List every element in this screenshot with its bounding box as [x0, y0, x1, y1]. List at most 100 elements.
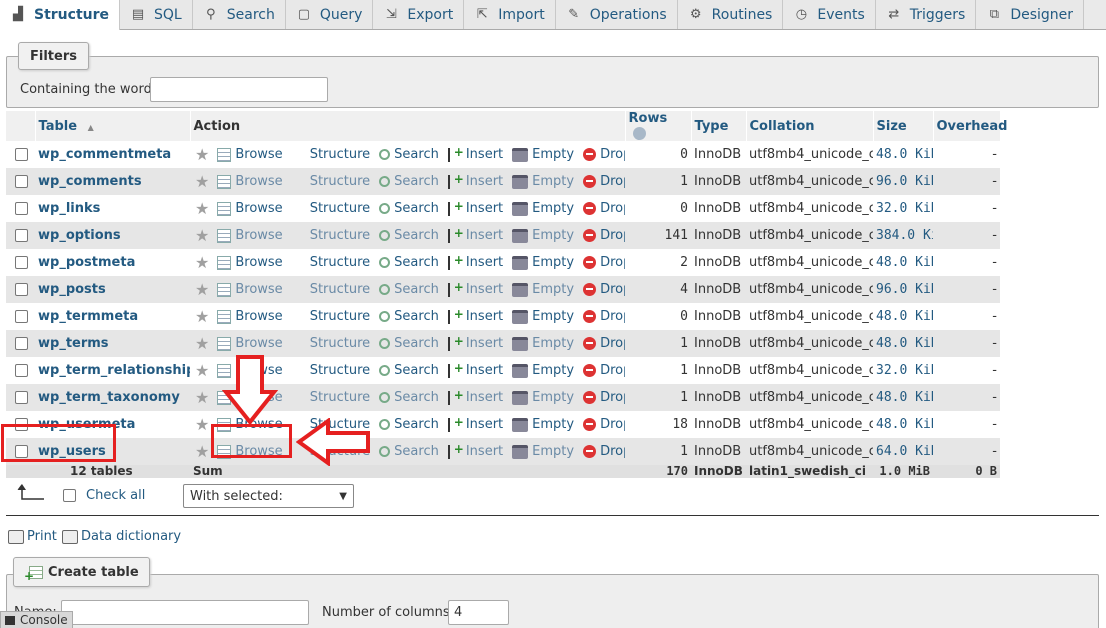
columns-input[interactable]: 4	[448, 600, 509, 625]
browse-link[interactable]: Browse	[217, 282, 283, 297]
tab-routines[interactable]: ⚙ Routines	[677, 0, 784, 29]
table-name-link[interactable]: wp_options	[38, 228, 121, 243]
row-size[interactable]: 48.0 KiB	[873, 330, 933, 357]
favorite-star-icon[interactable]: ★	[195, 145, 209, 164]
tab-query[interactable]: ▢ Query	[285, 0, 374, 29]
favorite-star-icon[interactable]: ★	[195, 415, 209, 434]
search-link[interactable]: Search	[379, 309, 439, 324]
row-size[interactable]: 48.0 KiB	[873, 141, 933, 168]
help-icon[interactable]	[632, 127, 646, 140]
favorite-star-icon[interactable]: ★	[195, 442, 209, 461]
empty-link[interactable]: Empty	[512, 228, 574, 243]
favorite-star-icon[interactable]: ★	[195, 334, 209, 353]
row-size[interactable]: 48.0 KiB	[873, 249, 933, 276]
insert-link[interactable]: Insert	[447, 199, 503, 216]
search-link[interactable]: Search	[379, 417, 439, 432]
tab-structure[interactable]: ▟ Structure	[0, 0, 121, 30]
row-size[interactable]: 48.0 KiB	[873, 411, 933, 438]
row-size[interactable]: 96.0 KiB	[873, 168, 933, 195]
row-size[interactable]: 384.0 KiB	[873, 222, 933, 249]
header-table[interactable]: Table ▲	[35, 111, 191, 141]
empty-link[interactable]: Empty	[512, 390, 574, 405]
header-type[interactable]: Type	[691, 111, 747, 141]
table-name-link[interactable]: wp_postmeta	[38, 255, 135, 270]
row-checkbox[interactable]	[15, 391, 28, 404]
search-link[interactable]: Search	[379, 444, 439, 459]
row-size[interactable]: 48.0 KiB	[873, 384, 933, 411]
table-name-link[interactable]: wp_term_taxonomy	[38, 390, 180, 405]
drop-link[interactable]: Drop	[583, 147, 625, 162]
row-checkbox[interactable]	[15, 229, 28, 242]
insert-link[interactable]: Insert	[447, 226, 503, 243]
row-size[interactable]: 96.0 KiB	[873, 276, 933, 303]
empty-link[interactable]: Empty	[512, 417, 574, 432]
search-link[interactable]: Search	[379, 228, 439, 243]
empty-link[interactable]: Empty	[512, 363, 574, 378]
search-link[interactable]: Search	[379, 255, 439, 270]
browse-link[interactable]: Browse	[217, 336, 283, 351]
header-size[interactable]: Size	[873, 111, 934, 141]
structure-link[interactable]: Structure	[292, 147, 370, 162]
search-link[interactable]: Search	[379, 201, 439, 216]
row-size[interactable]: 48.0 KiB	[873, 303, 933, 330]
empty-link[interactable]: Empty	[512, 336, 574, 351]
favorite-star-icon[interactable]: ★	[195, 361, 209, 380]
insert-link[interactable]: Insert	[447, 145, 503, 162]
header-collation[interactable]: Collation	[746, 111, 874, 141]
tab-triggers[interactable]: ⇄ Triggers	[875, 0, 977, 29]
insert-link[interactable]: Insert	[447, 172, 503, 189]
table-name-link[interactable]: wp_posts	[38, 282, 106, 297]
drop-link[interactable]: Drop	[583, 201, 625, 216]
empty-link[interactable]: Empty	[512, 174, 574, 189]
search-link[interactable]: Search	[379, 336, 439, 351]
print-link[interactable]: Print	[8, 529, 57, 544]
drop-link[interactable]: Drop	[583, 174, 625, 189]
structure-link[interactable]: Structure	[292, 228, 370, 243]
row-size[interactable]: 32.0 KiB	[873, 195, 933, 222]
insert-link[interactable]: Insert	[447, 388, 503, 405]
row-checkbox[interactable]	[15, 310, 28, 323]
row-checkbox[interactable]	[15, 283, 28, 296]
drop-link[interactable]: Drop	[583, 444, 625, 459]
tab-designer[interactable]: ⧉ Designer	[976, 0, 1085, 29]
drop-link[interactable]: Drop	[583, 228, 625, 243]
search-link[interactable]: Search	[379, 390, 439, 405]
structure-link[interactable]: Structure	[292, 363, 370, 378]
drop-link[interactable]: Drop	[583, 255, 625, 270]
empty-link[interactable]: Empty	[512, 444, 574, 459]
browse-link[interactable]: Browse	[217, 309, 283, 324]
check-all-checkbox[interactable]	[63, 489, 76, 502]
row-size[interactable]: 64.0 KiB	[873, 438, 933, 465]
structure-link[interactable]: Structure	[292, 336, 370, 351]
table-name-input[interactable]	[61, 600, 309, 625]
header-overhead[interactable]: Overhead	[933, 111, 1007, 141]
tab-search[interactable]: ⚲ Search	[192, 0, 286, 29]
row-checkbox[interactable]	[15, 202, 28, 215]
table-name-link[interactable]: wp_terms	[38, 336, 109, 351]
empty-link[interactable]: Empty	[512, 282, 574, 297]
table-name-link[interactable]: wp_term_relationships	[38, 363, 190, 378]
structure-link[interactable]: Structure	[292, 390, 370, 405]
search-link[interactable]: Search	[379, 282, 439, 297]
table-name-link[interactable]: wp_links	[38, 201, 100, 216]
empty-link[interactable]: Empty	[512, 147, 574, 162]
table-name-link[interactable]: wp_commentmeta	[38, 147, 171, 162]
browse-link[interactable]: Browse	[217, 147, 283, 162]
header-rows[interactable]: Rows	[625, 111, 692, 141]
drop-link[interactable]: Drop	[583, 363, 625, 378]
empty-link[interactable]: Empty	[512, 255, 574, 270]
insert-link[interactable]: Insert	[447, 280, 503, 297]
structure-link[interactable]: Structure	[292, 309, 370, 324]
browse-link[interactable]: Browse	[217, 255, 283, 270]
favorite-star-icon[interactable]: ★	[195, 253, 209, 272]
tab-export[interactable]: ⇲ Export	[373, 0, 465, 29]
structure-link[interactable]: Structure	[292, 174, 370, 189]
check-all-label[interactable]: Check all	[86, 488, 145, 503]
favorite-star-icon[interactable]: ★	[195, 388, 209, 407]
favorite-star-icon[interactable]: ★	[195, 307, 209, 326]
data-dictionary-link[interactable]: Data dictionary	[62, 529, 181, 544]
browse-link[interactable]: Browse	[217, 228, 283, 243]
drop-link[interactable]: Drop	[583, 417, 625, 432]
insert-link[interactable]: Insert	[447, 442, 503, 459]
console-toggle[interactable]: Console	[0, 611, 73, 628]
